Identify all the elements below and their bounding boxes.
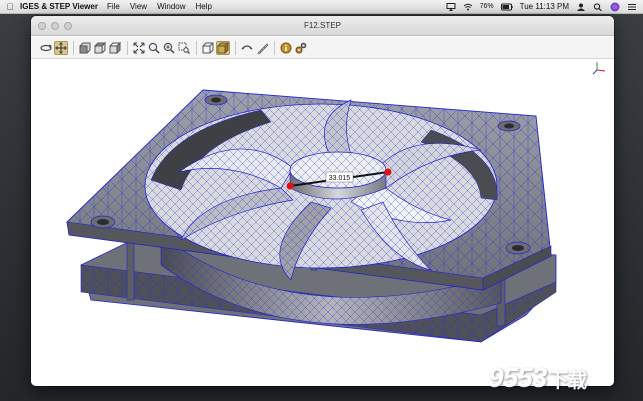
zoom-in-icon xyxy=(163,42,175,54)
wireframe-icon xyxy=(202,42,214,53)
rotate-button[interactable] xyxy=(39,41,53,55)
menu-help[interactable]: Help xyxy=(196,2,212,11)
view-top-button[interactable] xyxy=(93,41,107,55)
battery-percent: 76% xyxy=(479,3,494,10)
menubar-clock[interactable]: Tue 11:13 PM xyxy=(520,2,569,11)
axis-triad-icon xyxy=(592,62,606,75)
zoom-icon xyxy=(148,42,160,54)
toolbar-divider xyxy=(274,40,275,55)
wireframe-button[interactable] xyxy=(201,41,215,55)
view-front-icon xyxy=(79,42,91,53)
settings-icon xyxy=(295,42,307,53)
menu-file[interactable]: File xyxy=(107,2,120,11)
apple-menu-icon[interactable]:  xyxy=(0,2,20,12)
zoom-window-icon xyxy=(178,42,190,54)
view-front-button[interactable] xyxy=(78,41,92,55)
view-top-icon xyxy=(94,41,106,53)
toolbar-divider xyxy=(196,40,197,55)
rotate-icon xyxy=(40,44,52,51)
info-icon xyxy=(280,42,292,53)
info-button[interactable] xyxy=(279,41,293,55)
measure-point-end[interactable] xyxy=(384,168,392,176)
zoom-button[interactable] xyxy=(147,41,161,55)
zoom-window-button[interactable] xyxy=(177,41,191,55)
menu-bar:  IGES & STEP Viewer File View Window He… xyxy=(0,0,643,14)
wifi-icon[interactable] xyxy=(463,3,473,11)
siri-icon[interactable] xyxy=(610,2,620,12)
measurement-value: 33.015 xyxy=(329,175,351,182)
watermark-cn: 下载 xyxy=(548,370,587,392)
toolbar-divider xyxy=(73,40,74,55)
fan-model[interactable]: 33.015 xyxy=(66,89,557,343)
toolbar-divider xyxy=(235,40,236,55)
toolbar-divider xyxy=(127,40,128,55)
shaded-icon xyxy=(217,41,229,54)
settings-button[interactable] xyxy=(294,41,308,55)
status-menus: 76% Tue 11:13 PM xyxy=(446,2,643,12)
battery-icon[interactable] xyxy=(500,3,513,11)
view-side-icon xyxy=(109,41,121,54)
menu-view[interactable]: View xyxy=(130,2,147,11)
measure-point-start[interactable] xyxy=(286,182,294,190)
user-icon[interactable] xyxy=(576,3,586,11)
spotlight-search-icon[interactable] xyxy=(593,2,603,11)
notification-center-icon[interactable] xyxy=(627,3,637,11)
menu-window[interactable]: Window xyxy=(157,2,185,11)
window-title: F12.STEP xyxy=(304,21,341,30)
app-name-menu[interactable]: IGES & STEP Viewer xyxy=(20,2,98,11)
pan-icon xyxy=(55,41,67,54)
window-titlebar[interactable]: F12.STEP xyxy=(31,16,614,36)
site-watermark: 9553 下载 xyxy=(488,362,587,394)
pan-button[interactable] xyxy=(54,40,68,55)
ruler-button[interactable] xyxy=(255,41,269,55)
measure-button[interactable] xyxy=(240,41,254,55)
fit-all-button[interactable] xyxy=(132,41,146,55)
shaded-button[interactable] xyxy=(216,40,230,55)
watermark-text: 9553 xyxy=(488,362,547,393)
view-side-button[interactable] xyxy=(108,41,122,55)
toolbar xyxy=(31,37,614,59)
zoom-in-button[interactable] xyxy=(162,41,176,55)
viewer-window: F12.STEP 33.015 xyxy=(31,16,614,386)
3d-viewport[interactable]: 33.015 xyxy=(31,60,614,386)
airplay-icon[interactable] xyxy=(446,2,456,11)
fit-all-icon xyxy=(133,42,145,53)
ruler-icon xyxy=(257,42,268,54)
measure-icon xyxy=(241,44,253,49)
